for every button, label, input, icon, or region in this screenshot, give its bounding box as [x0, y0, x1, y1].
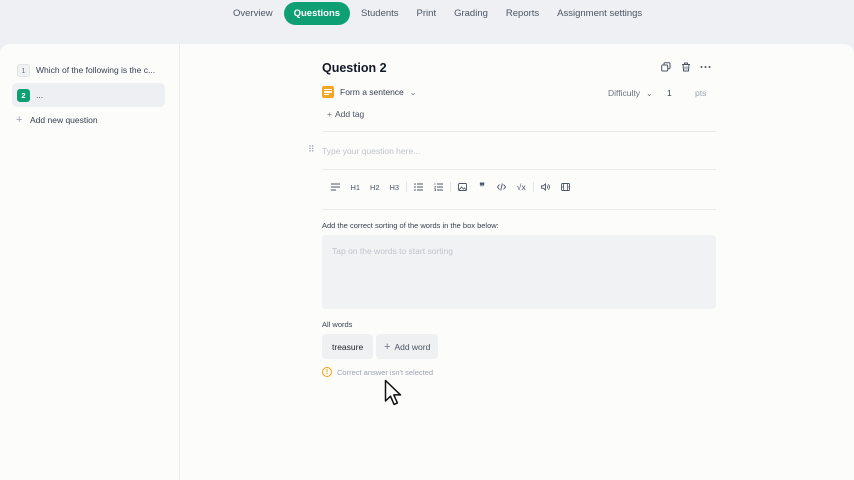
question-list-item-active[interactable]: 2 ... [12, 83, 165, 107]
tab-list: Overview Questions Students Print Gradin… [226, 2, 649, 25]
question-list-item[interactable]: 1 Which of the following is the c... [12, 58, 165, 82]
tab-students[interactable]: Students [354, 2, 406, 25]
more-options-icon[interactable] [700, 61, 711, 72]
form-sentence-icon [322, 86, 334, 98]
heading-1-button[interactable]: H1 [346, 181, 366, 193]
mouse-cursor-icon [384, 379, 402, 411]
add-new-question-button[interactable]: + Add new question [16, 114, 98, 126]
question-type-label: Form a sentence [340, 87, 404, 97]
warning-icon: ! [322, 367, 332, 377]
add-new-question-label: Add new question [30, 115, 98, 125]
tab-grading[interactable]: Grading [447, 2, 495, 25]
question-preview: Which of the following is the c... [36, 65, 156, 75]
question-number: 2 [17, 88, 30, 102]
video-icon[interactable] [556, 181, 576, 193]
warning-text: Correct answer isn't selected [337, 367, 434, 377]
toolbar-separator [533, 182, 534, 192]
divider [322, 131, 716, 132]
validation-warning: ! Correct answer isn't selected [322, 367, 433, 377]
plus-icon: + [16, 114, 23, 126]
math-formula-icon[interactable]: √x [512, 181, 532, 193]
question-preview: ... [36, 90, 44, 100]
add-word-label: Add word [394, 341, 431, 352]
duplicate-icon[interactable] [660, 61, 671, 72]
top-nav-bar: Overview Questions Students Print Gradin… [0, 0, 854, 44]
tab-assignment-settings[interactable]: Assignment settings [550, 2, 649, 25]
add-word-button[interactable]: + Add word [376, 334, 439, 359]
code-icon[interactable] [492, 181, 512, 193]
formatting-toolbar: H1 H2 H3 ❞ √x [326, 181, 575, 193]
heading-3-button[interactable]: H3 [385, 181, 405, 193]
question-number: 1 [17, 63, 30, 77]
question-text-input[interactable] [322, 143, 716, 159]
tab-questions[interactable]: Questions [283, 2, 351, 25]
chevron-down-icon: ⌄ [645, 88, 653, 98]
points-input[interactable]: 1 [667, 88, 672, 98]
trash-icon[interactable] [680, 61, 691, 72]
question-editor: Question 2 Form a sentence ⌄ Difficulty … [180, 44, 854, 480]
tab-print[interactable]: Print [410, 2, 444, 25]
all-words-label: All words [322, 320, 353, 329]
difficulty-label: Difficulty [608, 88, 640, 98]
drag-handle-icon[interactable]: ⠿ [308, 144, 315, 155]
paragraph-format-icon[interactable] [326, 181, 346, 193]
chevron-down-icon: ⌄ [409, 87, 417, 97]
toolbar-separator [450, 182, 451, 192]
bulleted-list-icon[interactable] [409, 181, 429, 193]
header-actions [660, 61, 711, 72]
add-tag-button[interactable]: + Add tag [327, 109, 364, 119]
numbered-list-icon[interactable] [429, 181, 449, 193]
plus-icon: + [327, 109, 332, 119]
divider [322, 169, 716, 170]
sorting-instruction: Add the correct sorting of the words in … [322, 221, 499, 230]
question-type-selector[interactable]: Form a sentence ⌄ [322, 86, 416, 98]
toolbar-separator [406, 182, 407, 192]
tab-reports[interactable]: Reports [499, 2, 546, 25]
question-sidebar: 1 Which of the following is the c... 2 .… [0, 44, 180, 480]
add-tag-label: Add tag [334, 109, 365, 119]
quote-icon[interactable]: ❞ [473, 181, 493, 193]
divider [322, 209, 716, 210]
answer-placeholder: Tap on the words to start sorting [332, 246, 453, 256]
heading-2-button[interactable]: H2 [365, 181, 385, 193]
plus-icon: + [384, 340, 391, 353]
word-chip-label: treasure [332, 341, 364, 352]
image-icon[interactable] [453, 181, 473, 193]
audio-icon[interactable] [536, 181, 556, 193]
word-chip[interactable]: treasure [322, 334, 374, 359]
tab-overview[interactable]: Overview [226, 2, 280, 25]
difficulty-dropdown[interactable]: Difficulty ⌄ [608, 88, 653, 98]
answer-sorting-area[interactable]: Tap on the words to start sorting [322, 235, 716, 309]
points-unit: pts [695, 88, 707, 98]
question-title: Question 2 [322, 61, 387, 75]
